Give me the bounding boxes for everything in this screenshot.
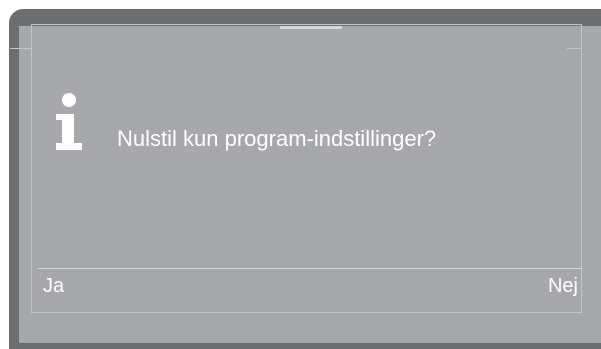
softkey-divider xyxy=(38,268,582,269)
dialog-panel xyxy=(31,24,582,313)
info-icon xyxy=(54,93,90,153)
dialog-message: Nulstil kun program-indstillinger? xyxy=(117,126,437,151)
info-icon-foot xyxy=(56,143,82,150)
scroll-indicator xyxy=(280,26,342,29)
no-button[interactable]: Nej xyxy=(548,275,578,298)
info-icon-dot xyxy=(62,93,76,107)
edge-tick xyxy=(10,48,31,49)
yes-button[interactable]: Ja xyxy=(43,275,64,298)
